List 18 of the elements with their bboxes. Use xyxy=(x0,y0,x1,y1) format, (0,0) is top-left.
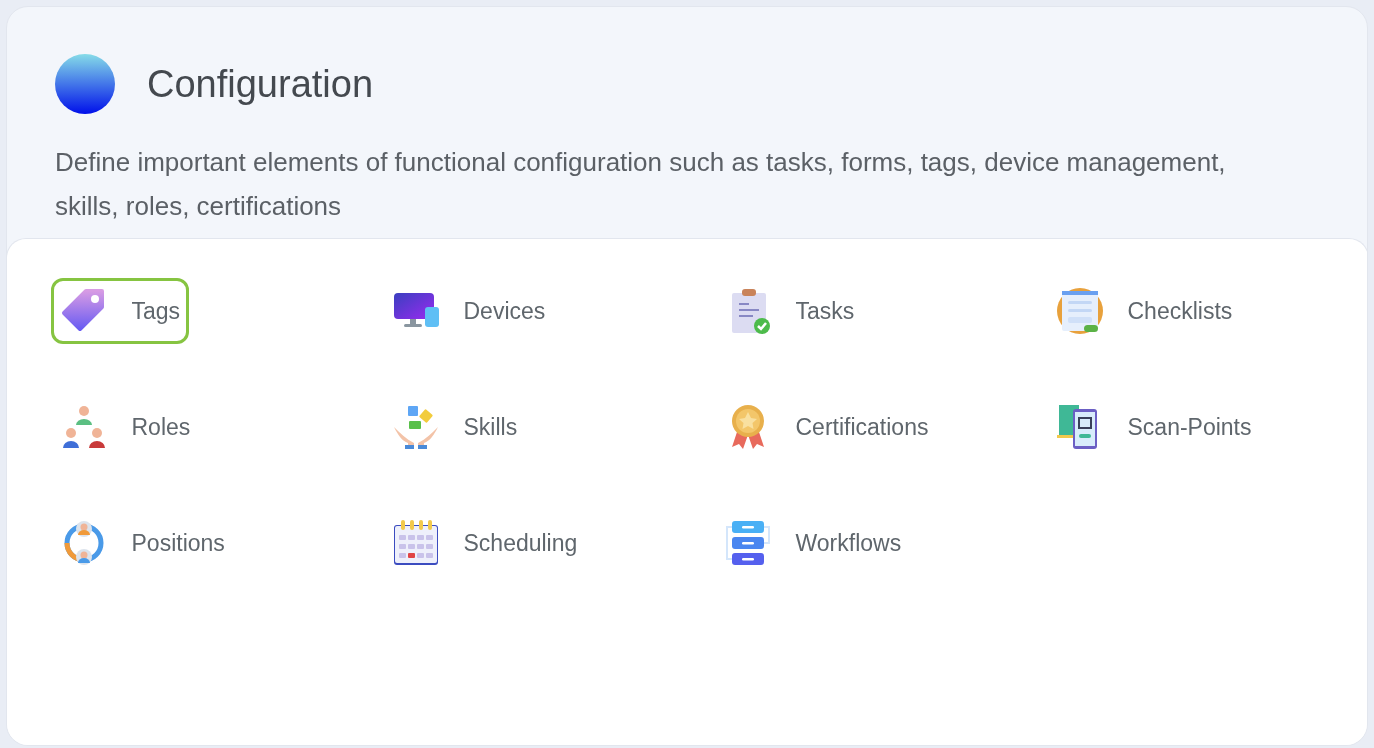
config-item[interactable]: Checklists xyxy=(1046,278,1242,344)
config-item[interactable]: Scan-Points xyxy=(1046,394,1261,460)
puzzle-hands-icon xyxy=(391,403,440,451)
config-item[interactable]: Roles xyxy=(50,394,200,460)
page-title: Configuration xyxy=(147,62,374,106)
config-item[interactable]: Workflows xyxy=(714,510,911,576)
stack-icon xyxy=(723,519,772,567)
config-item[interactable]: Skills xyxy=(382,394,527,460)
calendar-icon xyxy=(391,519,440,567)
form-icon xyxy=(1055,287,1104,335)
config-item[interactable]: Tasks xyxy=(714,278,864,344)
config-item[interactable]: Tags xyxy=(50,278,190,344)
config-item[interactable]: Certifications xyxy=(714,394,938,460)
config-item[interactable]: Scheduling xyxy=(382,510,587,576)
circle-icon xyxy=(55,54,115,114)
description: Define important elements of functional configuration such as tasks, forms, tags, device management, skills, roles, certifications xyxy=(55,146,1227,223)
config-item[interactable]: Positions xyxy=(50,510,234,576)
config-item[interactable]: Devices xyxy=(382,278,555,344)
